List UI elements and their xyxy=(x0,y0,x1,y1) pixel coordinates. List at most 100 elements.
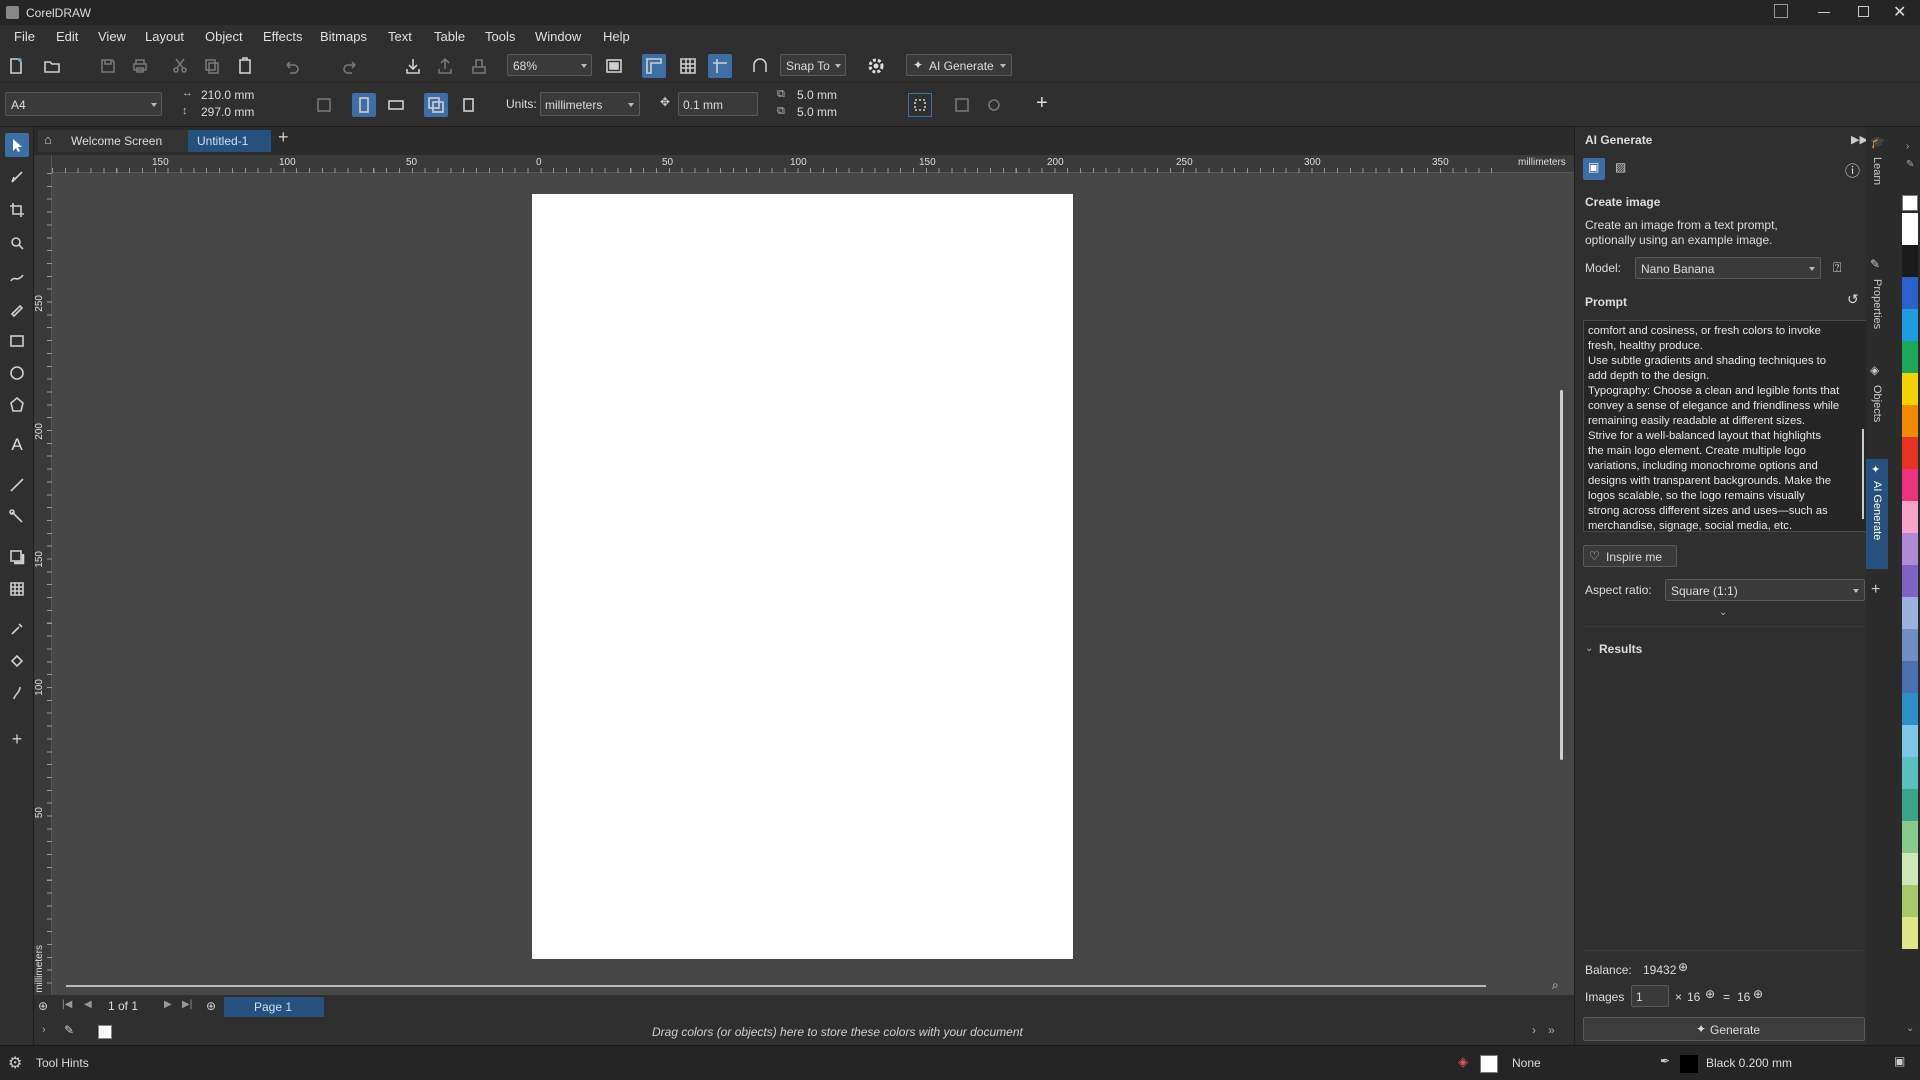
bounding-box-icon[interactable] xyxy=(950,93,974,117)
color-swatch[interactable] xyxy=(1902,245,1918,277)
copy-icon[interactable] xyxy=(200,54,224,78)
portrait-icon[interactable] xyxy=(352,93,376,117)
chevron-down-icon[interactable]: ⌄ xyxy=(1585,643,1593,654)
add-tool-icon[interactable]: + xyxy=(5,727,29,751)
aspect-ratio-dropdown[interactable]: Square (1:1) xyxy=(1665,579,1865,601)
last-page-icon[interactable]: ▶| xyxy=(182,999,192,1010)
menu-help[interactable]: Help xyxy=(603,29,630,44)
menu-tools[interactable]: Tools xyxy=(485,29,515,44)
export-icon[interactable] xyxy=(433,54,457,78)
zoom-tool-icon[interactable] xyxy=(5,231,29,255)
color-swatch[interactable] xyxy=(1902,693,1918,725)
color-swatch[interactable] xyxy=(1902,917,1918,949)
color-swatch[interactable] xyxy=(1902,469,1918,501)
duplicate-distance-y[interactable]: 5.0 mm xyxy=(797,105,837,119)
prompt-textarea[interactable]: comfort and cosiness, or fresh colors to… xyxy=(1583,320,1869,532)
eyedropper-icon[interactable] xyxy=(5,617,29,641)
color-swatch[interactable] xyxy=(1902,405,1918,437)
transparency-icon[interactable] xyxy=(5,577,29,601)
color-swatch[interactable] xyxy=(1902,885,1918,917)
connector-tool-icon[interactable] xyxy=(5,505,29,529)
palette-menu-icon[interactable]: › xyxy=(1906,141,1909,152)
expand-options-icon[interactable]: ⌄ xyxy=(1719,607,1727,618)
color-settings-icon[interactable]: ▣ xyxy=(1894,1054,1905,1068)
color-swatch[interactable] xyxy=(1902,501,1918,533)
color-swatch[interactable] xyxy=(1902,437,1918,469)
tab-welcome-screen[interactable]: ⌂ Welcome Screen xyxy=(38,130,188,152)
vertical-scrollbar[interactable] xyxy=(1560,390,1563,760)
color-swatch[interactable] xyxy=(1902,213,1918,245)
tool-hints-label[interactable]: Tool Hints xyxy=(36,1056,89,1070)
transform-icon[interactable] xyxy=(982,93,1006,117)
shape-tool-icon[interactable] xyxy=(5,165,29,189)
paper-size-dropdown[interactable]: A4 xyxy=(5,92,162,116)
ellipse-tool-icon[interactable] xyxy=(5,361,29,385)
results-header[interactable]: Results xyxy=(1599,642,1642,656)
snap-to-dropdown[interactable]: Snap To xyxy=(780,54,846,76)
text-tool-icon[interactable]: A xyxy=(5,433,29,457)
close-window-button[interactable]: ✕ xyxy=(1893,2,1906,22)
color-swatch[interactable] xyxy=(1902,597,1918,629)
minimize-button[interactable] xyxy=(1818,12,1830,13)
tab-properties[interactable]: Properties xyxy=(1868,279,1886,359)
crop-tool-icon[interactable] xyxy=(5,198,29,222)
zoom-level-dropdown[interactable]: 68% xyxy=(507,54,592,76)
color-swatch[interactable] xyxy=(1902,725,1918,757)
tab-learn[interactable]: Learn xyxy=(1868,157,1886,217)
settings-gear-icon[interactable]: ⚙ xyxy=(8,1053,22,1073)
show-grid-icon[interactable] xyxy=(676,54,700,78)
duplicate-distance-x[interactable]: 5.0 mm xyxy=(797,88,837,102)
paste-icon[interactable] xyxy=(233,54,257,78)
new-tab-plus-icon[interactable]: + xyxy=(278,127,289,148)
add-icon[interactable]: + xyxy=(1036,92,1048,115)
undo-icon[interactable] xyxy=(279,54,303,78)
add-docker-icon[interactable]: + xyxy=(1871,581,1880,599)
current-page-icon[interactable] xyxy=(456,93,480,117)
menu-table[interactable]: Table xyxy=(434,29,465,44)
show-guidelines-icon[interactable] xyxy=(708,54,732,78)
polygon-tool-icon[interactable] xyxy=(5,393,29,417)
tab-ai-generate[interactable]: ✦ AI Generate xyxy=(1866,459,1888,569)
fill-swatch[interactable] xyxy=(1480,1055,1498,1073)
smart-fill-icon[interactable] xyxy=(5,681,29,705)
color-swatch[interactable] xyxy=(1902,757,1918,789)
color-swatch[interactable] xyxy=(1902,309,1918,341)
horizontal-scrollbar[interactable] xyxy=(66,985,1486,987)
treat-as-filled-icon[interactable] xyxy=(908,93,932,117)
outline-swatch[interactable] xyxy=(1680,1055,1698,1073)
rectangle-tool-icon[interactable] xyxy=(5,329,29,353)
eyedropper-icon[interactable]: ✎ xyxy=(64,1023,74,1037)
import-icon[interactable] xyxy=(401,54,425,78)
menu-object[interactable]: Object xyxy=(205,29,243,44)
options-gear-icon[interactable] xyxy=(864,54,888,78)
scroll-right-icon[interactable]: › xyxy=(1532,1023,1536,1037)
color-swatch[interactable] xyxy=(1902,341,1918,373)
color-swatch[interactable] xyxy=(1902,277,1918,309)
color-swatch[interactable] xyxy=(1902,533,1918,565)
save-icon[interactable] xyxy=(96,54,120,78)
next-page-icon[interactable]: ▶ xyxy=(164,999,172,1010)
restore-layout-icon[interactable] xyxy=(1774,4,1788,18)
menu-edit[interactable]: Edit xyxy=(56,29,78,44)
color-swatch[interactable] xyxy=(1902,853,1918,885)
first-page-icon[interactable]: |◀ xyxy=(62,999,72,1010)
prompt-scrollbar[interactable] xyxy=(1862,429,1864,519)
all-pages-icon[interactable] xyxy=(312,93,336,117)
parallel-dimension-icon[interactable] xyxy=(5,473,29,497)
more-icon[interactable]: » xyxy=(1548,1023,1555,1037)
tab-untitled-1[interactable]: Untitled-1 xyxy=(188,130,271,152)
add-page-before-icon[interactable]: ⊕ xyxy=(38,999,48,1013)
eyedropper-icon[interactable]: ✎ xyxy=(1906,159,1914,170)
generate-button[interactable]: ✦ Generate xyxy=(1583,1017,1865,1041)
color-swatch[interactable] xyxy=(1902,565,1918,597)
info-icon[interactable]: ⓘ xyxy=(1845,160,1860,181)
inspire-me-button[interactable]: ♡ Inspire me xyxy=(1583,545,1677,567)
previous-page-icon[interactable]: ◀ xyxy=(84,999,92,1010)
tab-objects[interactable]: Objects xyxy=(1868,385,1886,445)
landscape-icon[interactable] xyxy=(384,93,408,117)
images-count-stepper[interactable]: 1 xyxy=(1631,985,1669,1007)
document-page[interactable] xyxy=(532,194,1073,959)
palette-scroll-down-icon[interactable]: ⌄ xyxy=(1906,1023,1914,1034)
maximize-button[interactable] xyxy=(1858,6,1869,17)
page-width-field[interactable]: 210.0 mm xyxy=(201,88,254,102)
